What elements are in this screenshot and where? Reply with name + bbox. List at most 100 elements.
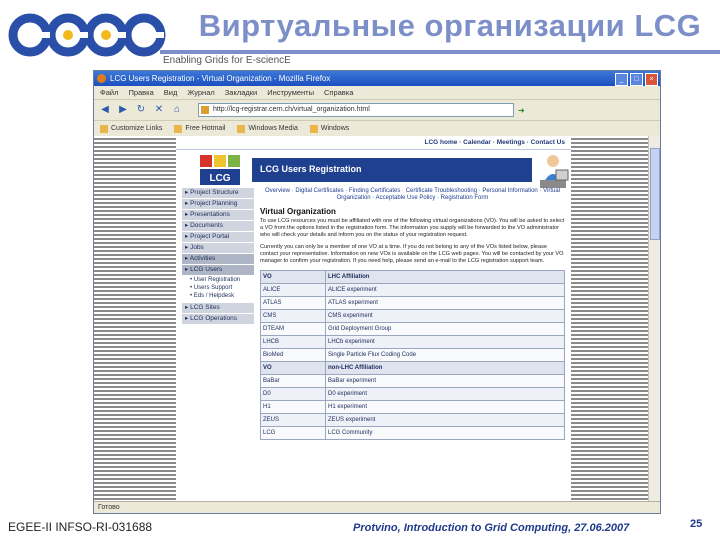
- sidebar-subitem[interactable]: • Users Support: [182, 284, 254, 292]
- sidebar-item-label: Project Portal: [190, 233, 230, 240]
- sidebar-item-project-planning[interactable]: ▸ Project Planning: [182, 199, 254, 209]
- sidebar-subitem-label: Users Support: [193, 285, 233, 291]
- navigation-toolbar: ◀ ▶ ↻ ✕ ⌂ http://lcg-registrar.cern.ch/v…: [94, 100, 660, 121]
- go-arrow-icon[interactable]: ➜: [518, 106, 525, 115]
- sidebar-item-label: LCG Users: [190, 266, 223, 273]
- vo-name-cell[interactable]: BaBar: [260, 374, 326, 388]
- page-number: 25: [690, 518, 703, 530]
- menu-bar: Файл Правка Вид Журнал Закладки Инструме…: [94, 86, 660, 100]
- sidebar-item-documents[interactable]: ▸ Documents: [182, 221, 254, 231]
- bookmark-icon: [174, 124, 183, 133]
- menu-help[interactable]: Справка: [324, 86, 353, 99]
- vo-name-cell[interactable]: ZEUS: [260, 413, 326, 427]
- firefox-icon: [97, 74, 106, 83]
- bookmark-item[interactable]: Windows: [309, 124, 350, 133]
- sidebar-subitem[interactable]: • User Registration: [182, 276, 254, 284]
- menu-edit[interactable]: Правка: [128, 86, 153, 99]
- bookmark-icon: [237, 124, 246, 133]
- vo-affiliation-cell: non-LHC Affiliation: [325, 361, 565, 375]
- vo-name-cell[interactable]: ATLAS: [260, 296, 326, 310]
- sub-navigation[interactable]: Overview · Digital Certificates · Findin…: [260, 188, 565, 202]
- table-row: H1 H1 experiment: [260, 400, 565, 414]
- table-row: BioMed Single Particle Flux Coding Code: [260, 348, 565, 362]
- table-row: VO LHC Affiliation: [260, 270, 565, 284]
- vo-name-cell[interactable]: ALICE: [260, 283, 326, 297]
- slide-title: Виртуальные организации LCG: [198, 8, 702, 43]
- vo-affiliation-cell: ATLAS experiment: [325, 296, 565, 310]
- window-titlebar[interactable]: LCG Users Registration - Virtual Organiz…: [94, 71, 660, 86]
- sidebar-item-label: Project Planning: [190, 200, 238, 207]
- vo-name-cell: VO: [260, 361, 326, 375]
- page-favicon-icon: [201, 106, 209, 114]
- menu-file[interactable]: Файл: [100, 86, 118, 99]
- sidebar-item-project-portal[interactable]: ▸ Project Portal: [182, 232, 254, 242]
- address-bar[interactable]: http://lcg-registrar.cern.ch/virtual_org…: [198, 103, 514, 117]
- page-banner: LCG LCG Users Registration: [176, 150, 571, 190]
- sidebar-subitem[interactable]: • Eds / Helpdesk: [182, 292, 254, 300]
- sidebar-item-lcg-users[interactable]: ▸ LCG Users: [182, 265, 254, 275]
- menu-bookmarks[interactable]: Закладки: [225, 86, 257, 99]
- sidebar-item-project-structure[interactable]: ▸ Project Structure: [182, 188, 254, 198]
- lcg-logo: LCG: [200, 155, 240, 185]
- footer-event: Protvino, Introduction to Grid Computing…: [353, 522, 630, 534]
- info-paragraph: Currently you can only be a member of on…: [260, 244, 564, 264]
- table-row: DTEAM Grid Deployment Group: [260, 322, 565, 336]
- vo-name-cell[interactable]: H1: [260, 400, 326, 414]
- bookmark-item[interactable]: Windows Media: [237, 124, 298, 133]
- sidebar-item-jobs[interactable]: ▸ Jobs: [182, 243, 254, 253]
- minimize-button[interactable]: _: [615, 73, 628, 86]
- maximize-button[interactable]: □: [630, 73, 643, 86]
- vo-affiliation-cell: D0 experiment: [325, 387, 565, 401]
- status-bar: Готово: [94, 501, 660, 513]
- bookmark-label: Customize Links: [111, 125, 163, 132]
- stop-icon[interactable]: ✕: [152, 103, 166, 117]
- bookmark-label: Windows Media: [248, 125, 298, 132]
- vo-name-cell[interactable]: DTEAM: [260, 322, 326, 336]
- content-heading: Virtual Organization: [260, 207, 336, 216]
- forward-arrow-icon[interactable]: ▶: [116, 103, 130, 117]
- vo-affiliation-cell: LHCb experiment: [325, 335, 565, 349]
- sidebar-item-lcg-sites[interactable]: ▸ LCG Sites: [182, 303, 254, 313]
- bookmark-item[interactable]: Customize Links: [100, 124, 163, 133]
- sidebar-item-label: Activities: [189, 255, 216, 262]
- sidebar-nav: ▸ Project Structure ▸ Project Planning ▸…: [182, 188, 254, 325]
- back-arrow-icon[interactable]: ◀: [98, 103, 112, 117]
- sidebar-item-lcg-operations[interactable]: ▸ LCG Operations: [182, 314, 254, 324]
- vo-name-cell[interactable]: BioMed: [260, 348, 326, 362]
- sidebar-item-activities[interactable]: ▸ Activities: [182, 254, 254, 264]
- reload-icon[interactable]: ↻: [134, 103, 148, 117]
- page-viewport[interactable]: LCG home · Calendar · Meetings · Contact…: [94, 136, 648, 501]
- menu-history[interactable]: Журнал: [187, 86, 214, 99]
- menu-view[interactable]: Вид: [164, 86, 178, 99]
- table-row: CMS CMS experiment: [260, 309, 565, 323]
- top-links[interactable]: LCG home · Calendar · Meetings · Contact…: [176, 136, 571, 150]
- bookmark-label: Windows: [320, 125, 350, 132]
- vo-name-cell[interactable]: D0: [260, 387, 326, 401]
- vo-affiliation-cell: LCG Community: [325, 426, 565, 440]
- vo-name-cell[interactable]: CMS: [260, 309, 326, 323]
- menu-tools[interactable]: Инструменты: [267, 86, 314, 99]
- sidebar-item-presentations[interactable]: ▸ Presentations: [182, 210, 254, 220]
- vertical-scrollbar[interactable]: [648, 136, 660, 501]
- sidebar-item-label: Jobs: [190, 244, 204, 251]
- vo-name-cell[interactable]: LCG: [260, 426, 326, 440]
- vo-name-cell[interactable]: LHCB: [260, 335, 326, 349]
- vo-affiliation-cell: LHC Affiliation: [325, 270, 565, 284]
- scrollbar-thumb[interactable]: [650, 148, 660, 240]
- bookmark-label: Free Hotmail: [185, 125, 226, 132]
- sidebar-item-label: LCG Sites: [190, 304, 220, 311]
- header-rule: [160, 50, 720, 54]
- banner-title: LCG Users Registration: [260, 164, 362, 174]
- close-button[interactable]: ×: [645, 73, 658, 86]
- table-row: LHCB LHCb experiment: [260, 335, 565, 349]
- vo-affiliation-cell: BaBar experiment: [325, 374, 565, 388]
- bookmarks-toolbar: Customize Links Free Hotmail Windows Med…: [94, 121, 660, 137]
- table-row: LCG LCG Community: [260, 426, 565, 440]
- footer-project-id: EGEE-II INFSO-RI-031688: [8, 520, 153, 534]
- sidebar-subitem-label: Eds / Helpdesk: [193, 293, 235, 299]
- sidebar-item-label: Documents: [190, 222, 223, 229]
- address-bar-url: http://lcg-registrar.cern.ch/virtual_org…: [213, 106, 370, 113]
- home-icon[interactable]: ⌂: [170, 103, 184, 117]
- bookmark-item[interactable]: Free Hotmail: [174, 124, 226, 133]
- table-row: BaBar BaBar experiment: [260, 374, 565, 388]
